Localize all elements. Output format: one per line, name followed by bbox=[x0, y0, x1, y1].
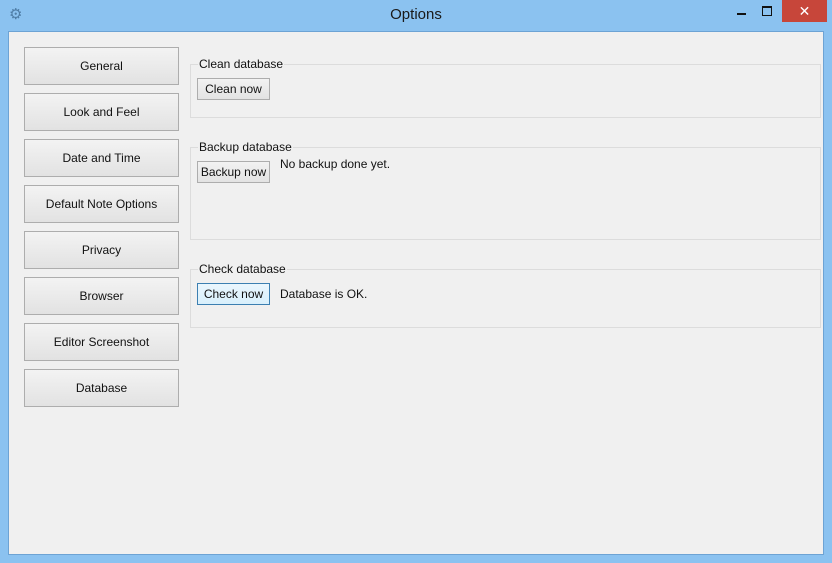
window-title: Options bbox=[390, 6, 442, 23]
nav-button-default-note-options[interactable]: Default Note Options bbox=[24, 185, 179, 223]
maximize-button[interactable] bbox=[754, 0, 780, 22]
check-now-button[interactable]: Check now bbox=[197, 283, 270, 305]
nav-button-look-and-feel[interactable]: Look and Feel bbox=[24, 93, 179, 131]
maximize-icon bbox=[762, 6, 772, 16]
backup-now-button[interactable]: Backup now bbox=[197, 161, 270, 183]
check-database-label: Check database bbox=[198, 262, 287, 276]
options-window: ⚙ Options ✕ General Look and Feel Date a… bbox=[0, 0, 832, 563]
nav-button-browser[interactable]: Browser bbox=[24, 277, 179, 315]
minimize-button[interactable] bbox=[728, 0, 754, 22]
check-status-text: Database is OK. bbox=[280, 287, 368, 301]
clean-now-button[interactable]: Clean now bbox=[197, 78, 270, 100]
title-bar[interactable]: ⚙ Options ✕ bbox=[0, 0, 832, 31]
nav-button-privacy[interactable]: Privacy bbox=[24, 231, 179, 269]
options-client-area: General Look and Feel Date and Time Defa… bbox=[8, 31, 824, 555]
close-button[interactable]: ✕ bbox=[782, 0, 827, 22]
nav-button-date-and-time[interactable]: Date and Time bbox=[24, 139, 179, 177]
backup-database-group: Backup database Backup now No backup don… bbox=[190, 140, 821, 240]
nav-button-database[interactable]: Database bbox=[24, 369, 179, 407]
backup-database-label: Backup database bbox=[198, 140, 293, 154]
clean-database-label: Clean database bbox=[198, 57, 285, 71]
nav-button-general[interactable]: General bbox=[24, 47, 179, 85]
backup-status-text: No backup done yet. bbox=[280, 157, 391, 171]
minimize-icon bbox=[737, 13, 746, 15]
nav-button-editor-screenshot[interactable]: Editor Screenshot bbox=[24, 323, 179, 361]
clean-database-group: Clean database Clean now bbox=[190, 57, 821, 118]
check-database-group: Check database Check now Database is OK. bbox=[190, 262, 821, 328]
close-icon: ✕ bbox=[798, 3, 811, 19]
